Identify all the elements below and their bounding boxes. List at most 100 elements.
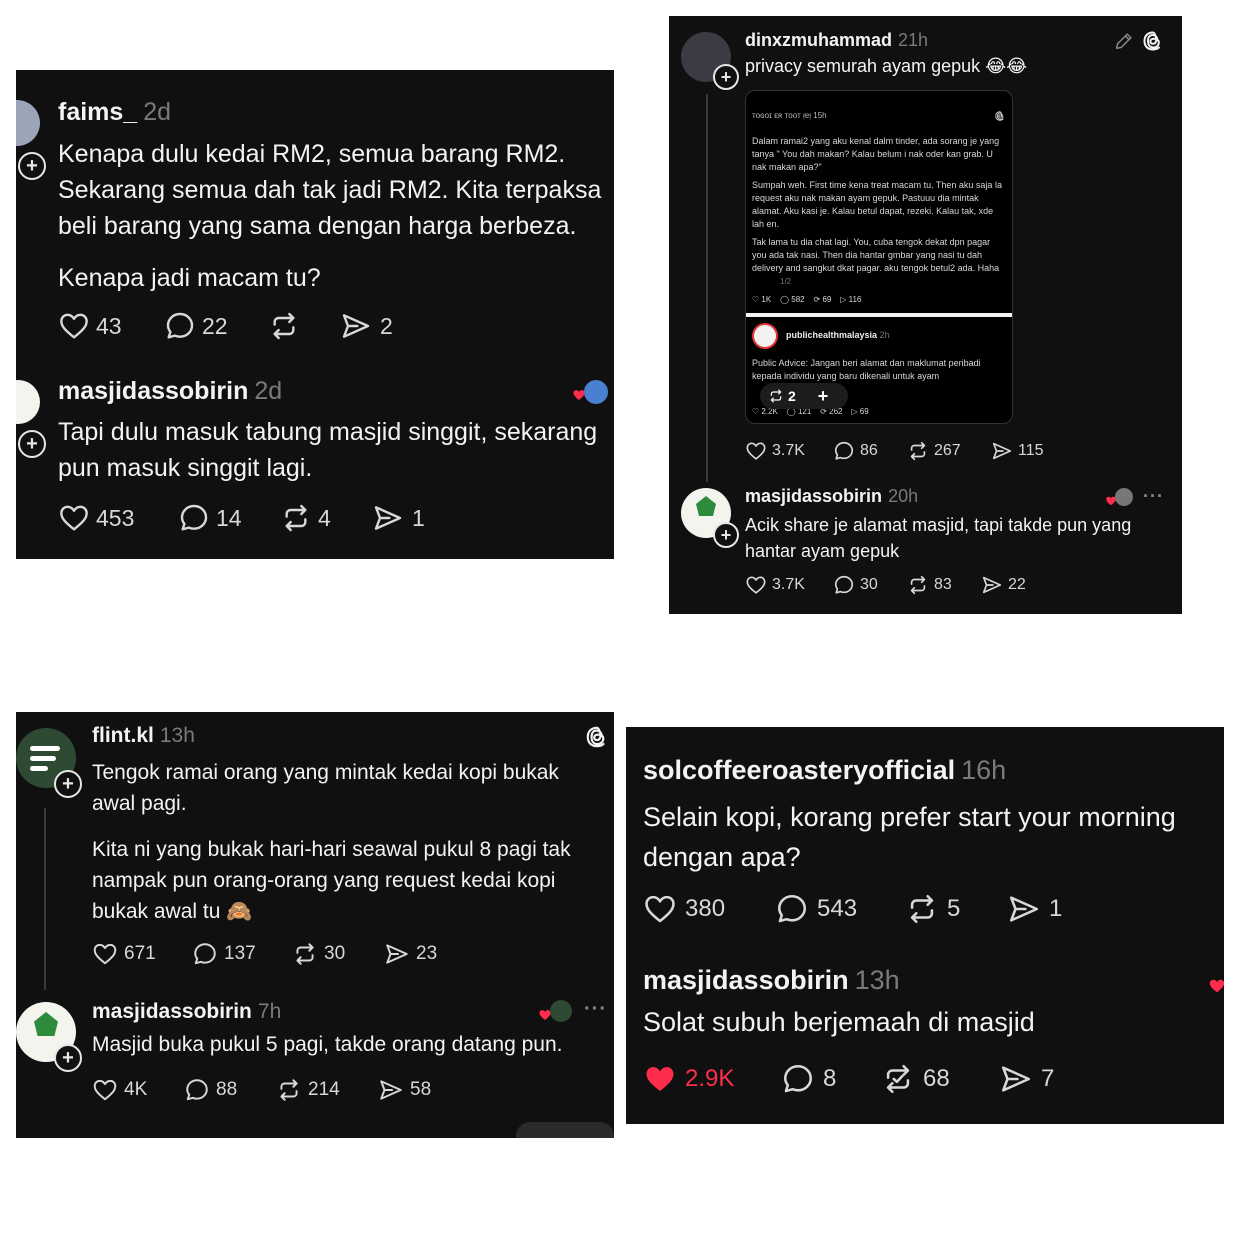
reply-line-1: Acik share je alamat masjid, tapi takde …: [745, 515, 1132, 535]
like-button[interactable]: 2.9K: [643, 1062, 781, 1096]
reply-button[interactable]: 22: [164, 310, 268, 342]
share-count: 115: [1018, 442, 1044, 459]
panel-kopi-thread: + flint.kl 13h Tengok ramai orang yang mi…: [16, 712, 614, 1138]
pill-plus-icon[interactable]: +: [818, 386, 829, 407]
post-time: 13h: [159, 724, 195, 747]
share-button[interactable]: 58: [378, 1077, 431, 1103]
post-username[interactable]: dinxzmuhammad 21h: [745, 30, 928, 51]
like-button[interactable]: 43: [58, 310, 164, 342]
like-count: 453: [96, 504, 135, 531]
username-text[interactable]: masjidassobirin: [745, 486, 882, 506]
username-text[interactable]: faims_: [58, 98, 137, 126]
reply-button[interactable]: 8: [781, 1062, 881, 1096]
username-text[interactable]: dinxzmuhammad: [745, 30, 892, 50]
reply-username[interactable]: masjidassobirin 20h: [745, 486, 918, 507]
more-options-icon[interactable]: ···: [584, 998, 607, 1021]
share-icon: [981, 574, 1003, 596]
liked-by-avatars: [572, 380, 612, 406]
reply-button[interactable]: 88: [184, 1077, 276, 1103]
reply-line-1: Tapi dulu masuk tabung masjid singgit, s…: [58, 418, 598, 446]
embed-repost-pill[interactable]: 2 +: [760, 383, 848, 409]
like-button[interactable]: 453: [58, 502, 178, 534]
follow-plus-icon[interactable]: +: [713, 64, 739, 90]
post-username[interactable]: solcoffeeroasteryofficial 16h: [643, 755, 1006, 786]
follow-plus-icon[interactable]: +: [54, 1044, 82, 1072]
reply-text: Tapi dulu masuk tabung masjid singgit, s…: [58, 414, 614, 486]
embed-para-1: Dalam ramai2 yang aku kenal dalm tinder,…: [752, 136, 1000, 172]
post-text: Selain kopi, korang prefer start your mo…: [643, 797, 1176, 877]
repost-count: 83: [934, 576, 952, 593]
embedded-screenshot[interactable]: ᴛᴏɢᴏɪ ᴇʀ ᴛᴏᴏᴛ ᴉɐᴉ 15h Dalam ramai2 yang …: [745, 90, 1013, 424]
repost-button[interactable]: 30: [292, 941, 384, 967]
share-button[interactable]: 1: [372, 502, 425, 534]
share-button[interactable]: 23: [384, 941, 437, 967]
share-icon: [372, 502, 404, 534]
like-button[interactable]: 3.7K: [745, 574, 833, 596]
like-button[interactable]: 671: [92, 941, 192, 967]
embed-para-2: Sumpah weh. First time kena treat macam …: [752, 180, 1002, 229]
repost-button[interactable]: 5: [905, 892, 1007, 926]
repost-button[interactable]: 214: [276, 1077, 378, 1103]
post-username[interactable]: faims_ 2d: [58, 98, 171, 127]
repost-button[interactable]: 267: [907, 440, 991, 462]
reply-username[interactable]: masjidassobirin 2d: [58, 377, 282, 406]
like-button[interactable]: 3.7K: [745, 440, 833, 462]
embed-para-3: Tak lama tu dia chat lagi. You, cuba ten…: [752, 237, 1000, 273]
post-actions: 671 137 30 23: [92, 941, 437, 967]
reply-button[interactable]: 14: [178, 502, 280, 534]
reply-button[interactable]: 543: [775, 892, 905, 926]
share-button[interactable]: 7: [999, 1062, 1054, 1096]
masjid-avatar[interactable]: [16, 380, 40, 424]
post-line-3: Kita ni yang bukak hari-hari seawal puku…: [92, 838, 571, 861]
like-button[interactable]: 380: [643, 892, 775, 926]
panel-rm2-thread: + faims_ 2d Kenapa dulu kedai RM2, semua …: [16, 70, 614, 559]
follow-plus-icon[interactable]: +: [54, 770, 82, 798]
share-icon: [384, 941, 410, 967]
repost-count: 214: [308, 1079, 340, 1100]
follow-plus-icon[interactable]: +: [18, 430, 46, 458]
edit-pencil-icon[interactable]: [1113, 30, 1135, 57]
reply-count: 14: [216, 504, 242, 531]
reply-icon: [775, 892, 809, 926]
embed-stat: 1K: [761, 295, 772, 304]
reply-button[interactable]: 30: [833, 574, 907, 596]
username-text[interactable]: masjidassobirin: [92, 1000, 252, 1023]
liker-avatar: [584, 380, 608, 404]
repost-button[interactable]: 68: [881, 1062, 999, 1096]
username-text[interactable]: flint.kl: [92, 724, 154, 747]
share-button[interactable]: 22: [981, 574, 1026, 596]
share-count: 1: [1049, 895, 1063, 922]
like-button[interactable]: 4K: [92, 1077, 184, 1103]
reply-text: Masjid buka pukul 5 pagi, takde orang da…: [92, 1033, 563, 1056]
repost-button[interactable]: 83: [907, 574, 981, 596]
faims-avatar[interactable]: [16, 100, 40, 146]
repost-button[interactable]: 4: [280, 502, 372, 534]
username-text[interactable]: solcoffeeroasteryofficial: [643, 755, 955, 785]
repost-button[interactable]: [268, 310, 340, 342]
share-button[interactable]: 115: [991, 440, 1044, 462]
reply-button[interactable]: 137: [192, 941, 292, 967]
follow-plus-icon[interactable]: +: [18, 152, 46, 180]
reply-line-2: pun masuk singgit lagi.: [58, 454, 313, 482]
liked-by-avatars: [1105, 488, 1139, 508]
like-count: 4K: [124, 1079, 148, 1100]
share-icon: [378, 1077, 404, 1103]
follow-plus-icon[interactable]: +: [713, 522, 739, 548]
embed-page-indicator: 1/2: [780, 277, 792, 286]
username-text[interactable]: masjidassobirin: [58, 377, 248, 405]
share-button[interactable]: 1: [1007, 892, 1062, 926]
username-text[interactable]: masjidassobirin: [643, 965, 849, 995]
share-button[interactable]: 2: [340, 310, 393, 342]
reply-username[interactable]: masjidassobirin 13h: [643, 965, 900, 996]
post-line-1: Kenapa dulu kedai RM2, semua barang RM2.: [58, 140, 566, 168]
post-username[interactable]: flint.kl 13h: [92, 724, 195, 748]
embed-header: ᴛᴏɢᴏɪ ᴇʀ ᴛᴏᴏᴛ ᴉɐᴉ 15h: [752, 111, 827, 120]
like-count: 2.9K: [685, 1065, 735, 1092]
threads-logo-icon: [1141, 29, 1165, 58]
reply-username[interactable]: masjidassobirin 7h: [92, 1000, 281, 1024]
reply-line-2: hantar ayam gepuk: [745, 541, 900, 561]
reply-button[interactable]: 86: [833, 440, 907, 462]
more-options-icon[interactable]: ···: [1143, 486, 1164, 507]
reply-time: 2d: [254, 377, 283, 405]
like-count: 43: [96, 312, 122, 339]
